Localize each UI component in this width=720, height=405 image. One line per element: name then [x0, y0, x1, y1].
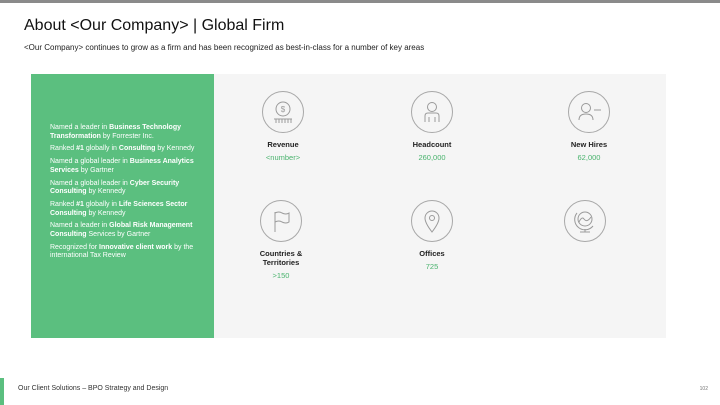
award-item: Named a global leader in Cyber Security … [50, 179, 180, 196]
awards-panel: Named a leader in Business Technology Tr… [31, 74, 214, 338]
flag-icon [260, 200, 302, 242]
stat-countries: Countries & Territories >150 [226, 200, 336, 280]
stat-label: New Hires [570, 140, 608, 149]
new-hires-icon [568, 91, 610, 133]
award-item: Named a leader in Global Risk Management… [50, 222, 193, 239]
top-rule [0, 0, 720, 3]
stat-new-hires: New Hires 62,000 [534, 91, 644, 162]
award-item: Named a global leader in Business Analyt… [50, 158, 194, 174]
location-pin-icon [411, 200, 453, 242]
stat-value: 260,000 [418, 153, 446, 162]
award-item: Ranked #1 globally in Life Sciences Sect… [50, 200, 188, 217]
stat-label: Revenue [267, 140, 299, 149]
stat-label: Countries & Territories [259, 249, 303, 267]
headcount-icon [411, 91, 453, 133]
stat-globe [530, 200, 640, 249]
stat-label: Headcount [412, 140, 452, 149]
stat-value: 62,000 [577, 153, 601, 162]
page-subtitle: <Our Company> continues to grow as a fir… [24, 43, 425, 52]
revenue-icon: $ [262, 91, 304, 133]
stat-value: 725 [425, 262, 439, 271]
award-item: Recognized for Innovative client work by… [50, 243, 194, 260]
stat-value: <number> [265, 153, 301, 162]
globe-icon [564, 200, 606, 242]
award-item: Named a leader in Business Technology Tr… [50, 124, 181, 140]
stat-value: >150 [272, 271, 290, 280]
footer-accent-bar [0, 378, 4, 405]
footer-text: Our Client Solutions – BPO Strategy and … [18, 385, 169, 392]
page-title: About <Our Company> | Global Firm [24, 17, 285, 34]
award-item: Ranked #1 globally in Consulting by Kenn… [50, 145, 195, 153]
stat-headcount: Headcount 260,000 [377, 91, 487, 162]
svg-text:$: $ [281, 105, 286, 114]
page-number: 102 [699, 386, 708, 392]
stat-label: Offices [419, 249, 445, 258]
stat-revenue: $ Revenue <number> [228, 91, 338, 162]
stat-offices: Offices 725 [377, 200, 487, 271]
